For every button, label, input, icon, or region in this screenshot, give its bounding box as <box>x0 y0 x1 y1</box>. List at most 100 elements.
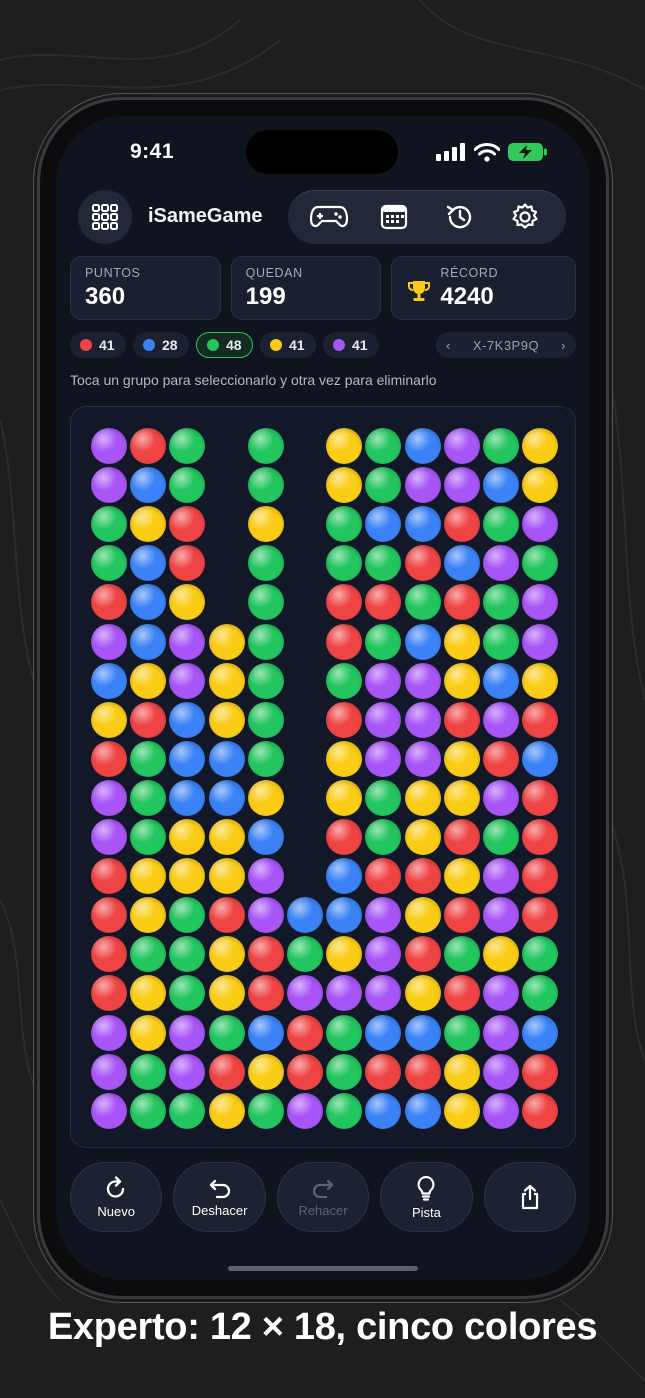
ball-green[interactable] <box>247 701 284 738</box>
ball-green[interactable] <box>326 1014 363 1051</box>
ball-red[interactable] <box>247 936 284 973</box>
ball-green[interactable] <box>483 819 519 855</box>
ball-purple[interactable] <box>365 740 402 777</box>
ball-yellow[interactable] <box>169 819 206 855</box>
ball-purple[interactable] <box>404 467 441 504</box>
undo-button[interactable]: Deshacer <box>173 1162 266 1232</box>
game-board[interactable] <box>70 406 576 1148</box>
ball-green[interactable] <box>365 623 402 660</box>
ball-yellow[interactable] <box>522 467 559 504</box>
ball-blue[interactable] <box>287 897 323 934</box>
ball-yellow[interactable] <box>169 584 206 621</box>
ball-blue[interactable] <box>130 623 167 660</box>
ball-red[interactable] <box>91 975 127 1012</box>
ball-blue[interactable] <box>522 740 559 777</box>
ball-green[interactable] <box>169 897 206 934</box>
ball-yellow[interactable] <box>208 819 245 855</box>
ball-red[interactable] <box>404 936 441 973</box>
ball-red[interactable] <box>404 1053 441 1090</box>
ball-yellow[interactable] <box>522 428 559 464</box>
ball-purple[interactable] <box>91 623 127 660</box>
ball-yellow[interactable] <box>208 858 245 895</box>
ball-purple[interactable] <box>91 1014 127 1051</box>
ball-green[interactable] <box>522 975 559 1012</box>
ball-purple[interactable] <box>483 897 519 934</box>
ball-purple[interactable] <box>443 467 480 504</box>
ball-green[interactable] <box>522 936 559 973</box>
ball-yellow[interactable] <box>443 1092 480 1129</box>
ball-red[interactable] <box>365 858 402 895</box>
ball-blue[interactable] <box>365 1092 402 1129</box>
daily-calendar-button[interactable] <box>374 197 414 237</box>
chip-purple[interactable]: 41 <box>323 332 379 358</box>
ball-red[interactable] <box>522 897 559 934</box>
ball-blue[interactable] <box>169 740 206 777</box>
ball-red[interactable] <box>130 701 167 738</box>
ball-red[interactable] <box>287 1014 323 1051</box>
ball-red[interactable] <box>522 701 559 738</box>
ball-blue[interactable] <box>208 779 245 816</box>
ball-blue[interactable] <box>326 858 363 895</box>
ball-purple[interactable] <box>365 936 402 973</box>
ball-red[interactable] <box>365 584 402 621</box>
ball-green[interactable] <box>247 545 284 582</box>
ball-yellow[interactable] <box>326 467 363 504</box>
ball-yellow[interactable] <box>404 975 441 1012</box>
ball-yellow[interactable] <box>443 858 480 895</box>
ball-purple[interactable] <box>483 545 519 582</box>
ball-purple[interactable] <box>483 779 519 816</box>
ball-red[interactable] <box>247 975 284 1012</box>
ball-green[interactable] <box>483 428 519 464</box>
ball-blue[interactable] <box>91 662 127 699</box>
chip-green[interactable]: 48 <box>196 332 253 358</box>
ball-blue[interactable] <box>404 506 441 543</box>
ball-yellow[interactable] <box>443 740 480 777</box>
ball-yellow[interactable] <box>130 662 167 699</box>
ball-blue[interactable] <box>326 897 363 934</box>
ball-purple[interactable] <box>483 701 519 738</box>
ball-purple[interactable] <box>91 779 127 816</box>
ball-red[interactable] <box>287 1053 323 1090</box>
ball-blue[interactable] <box>404 1092 441 1129</box>
ball-purple[interactable] <box>287 975 323 1012</box>
ball-green[interactable] <box>483 584 519 621</box>
ball-red[interactable] <box>365 1053 402 1090</box>
ball-green[interactable] <box>326 662 363 699</box>
ball-yellow[interactable] <box>404 819 441 855</box>
ball-purple[interactable] <box>91 428 127 464</box>
ball-green[interactable] <box>483 623 519 660</box>
ball-red[interactable] <box>91 858 127 895</box>
ball-purple[interactable] <box>404 701 441 738</box>
ball-purple[interactable] <box>443 428 480 464</box>
ball-yellow[interactable] <box>522 662 559 699</box>
ball-red[interactable] <box>522 779 559 816</box>
ball-yellow[interactable] <box>326 740 363 777</box>
ball-red[interactable] <box>326 701 363 738</box>
ball-yellow[interactable] <box>130 1014 167 1051</box>
ball-blue[interactable] <box>365 1014 402 1051</box>
ball-blue[interactable] <box>404 428 441 464</box>
ball-green[interactable] <box>169 467 206 504</box>
ball-yellow[interactable] <box>443 779 480 816</box>
ball-purple[interactable] <box>91 1053 127 1090</box>
ball-yellow[interactable] <box>326 779 363 816</box>
ball-green[interactable] <box>483 506 519 543</box>
ball-green[interactable] <box>169 428 206 464</box>
ball-yellow[interactable] <box>404 779 441 816</box>
ball-purple[interactable] <box>483 1053 519 1090</box>
ball-purple[interactable] <box>483 858 519 895</box>
ball-purple[interactable] <box>404 740 441 777</box>
ball-green[interactable] <box>522 545 559 582</box>
ball-blue[interactable] <box>130 467 167 504</box>
ball-green[interactable] <box>287 936 323 973</box>
ball-green[interactable] <box>169 1092 206 1129</box>
ball-green[interactable] <box>91 545 127 582</box>
menu-grid-button[interactable] <box>78 190 132 244</box>
ball-purple[interactable] <box>522 506 559 543</box>
chip-yellow[interactable]: 41 <box>260 332 316 358</box>
ball-yellow[interactable] <box>130 897 167 934</box>
ball-red[interactable] <box>326 819 363 855</box>
ball-red[interactable] <box>443 506 480 543</box>
ball-yellow[interactable] <box>130 858 167 895</box>
ball-yellow[interactable] <box>247 779 284 816</box>
